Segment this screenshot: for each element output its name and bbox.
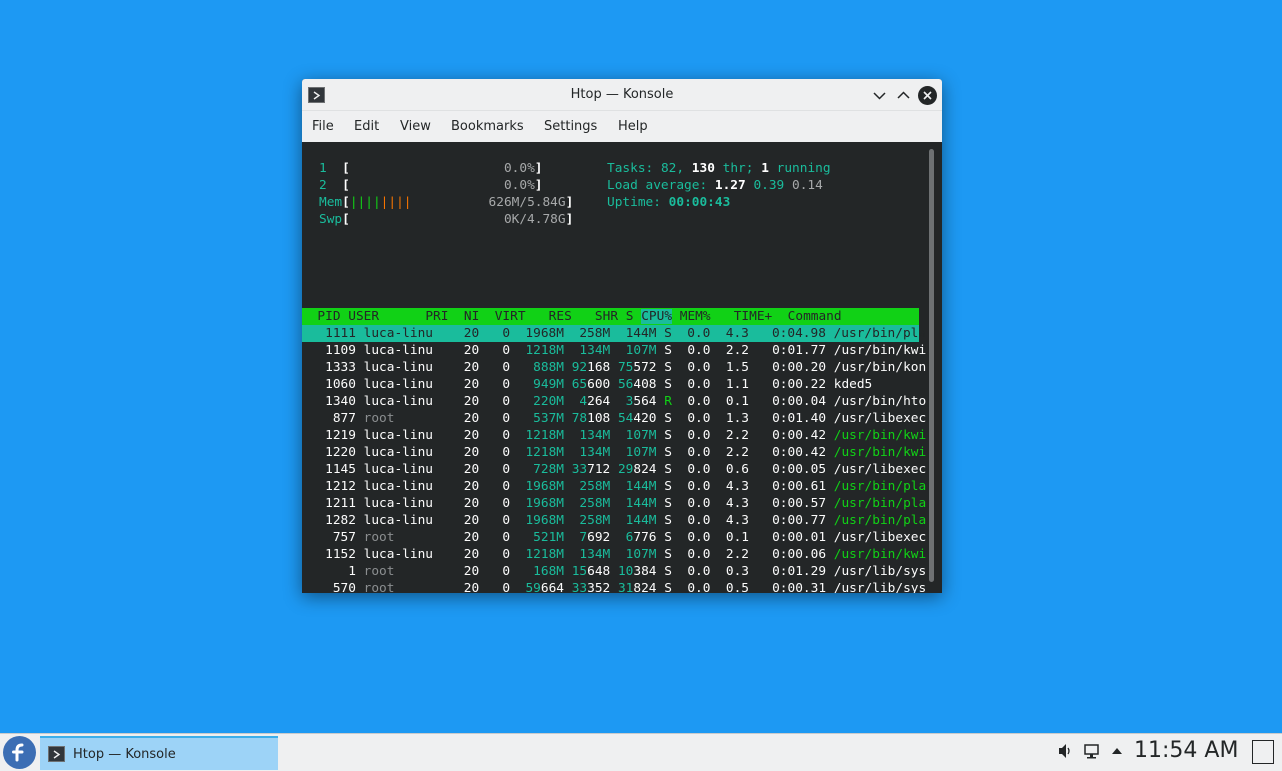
menu-help[interactable]: Help — [618, 119, 648, 134]
process-table-header[interactable]: PID USER PRI NI VIRT RES SHR S CPU% MEM%… — [302, 308, 919, 325]
fedora-launcher-icon[interactable] — [3, 736, 36, 769]
menubar: File Edit View Bookmarks Settings Help — [302, 111, 942, 142]
process-row[interactable]: 1060 luca-linu 20 0 949M 65600 56408 S 0… — [302, 376, 919, 393]
menu-view[interactable]: View — [400, 119, 431, 134]
process-row[interactable]: 757 root 20 0 521M 7692 6776 S 0.0 0.1 0… — [302, 529, 926, 546]
col-pid[interactable]: PID — [317, 309, 340, 324]
minimize-button[interactable] — [870, 86, 889, 105]
konsole-icon — [48, 746, 65, 762]
taskbar: Htop — Konsole 11:54 AM — [0, 733, 1282, 771]
process-row[interactable]: 1145 luca-linu 20 0 728M 33712 29824 S 0… — [302, 461, 926, 478]
terminal-area[interactable]: 1 [ 0.0%] 2 [ 0.0%] Mem[|||||||| 626M/5.… — [302, 142, 942, 593]
col-pri[interactable]: PRI — [425, 309, 448, 324]
process-row[interactable]: 1211 luca-linu 20 0 1968M 258M 144M S 0.… — [302, 495, 926, 512]
process-row[interactable]: 570 root 20 0 59664 33352 31824 S 0.0 0.… — [302, 580, 926, 593]
konsole-window: Htop — Konsole File Edit View Bookmarks … — [302, 79, 942, 593]
menu-settings[interactable]: Settings — [544, 119, 597, 134]
close-button[interactable] — [918, 86, 937, 105]
process-row[interactable]: 1220 luca-linu 20 0 1218M 134M 107M S 0.… — [302, 444, 926, 461]
process-row[interactable]: 877 root 20 0 537M 78108 54420 S 0.0 1.3… — [302, 410, 926, 427]
menu-bookmarks[interactable]: Bookmarks — [451, 119, 524, 134]
clock[interactable]: 11:54 AM — [1134, 738, 1238, 763]
terminal-scrollbar[interactable] — [929, 149, 934, 582]
maximize-button[interactable] — [894, 86, 913, 105]
process-row[interactable]: 1333 luca-linu 20 0 888M 92168 75572 S 0… — [302, 359, 926, 376]
col-shr[interactable]: SHR — [595, 309, 618, 324]
cpu1-meter: 1 [ 0.0%] — [319, 161, 543, 176]
process-row[interactable]: 1152 luca-linu 20 0 1218M 134M 107M S 0.… — [302, 546, 926, 563]
process-row[interactable]: 1219 luca-linu 20 0 1218M 134M 107M S 0.… — [302, 427, 926, 444]
tasks-summary: Tasks: 82, 130 thr; 1 running — [607, 161, 831, 176]
window-title: Htop — Konsole — [570, 87, 674, 102]
col-command[interactable]: Command — [788, 309, 842, 324]
process-row[interactable]: 1282 luca-linu 20 0 1968M 258M 144M S 0.… — [302, 512, 926, 529]
col-cpu[interactable]: CPU% — [641, 309, 673, 324]
process-row[interactable]: 1340 luca-linu 20 0 220M 4264 3564 R 0.0… — [302, 393, 926, 410]
process-row[interactable]: 1 root 20 0 168M 15648 10384 S 0.0 0.3 0… — [302, 563, 926, 580]
col-res[interactable]: RES — [549, 309, 572, 324]
load-average: Load average: 1.27 0.39 0.14 — [607, 178, 823, 193]
network-icon[interactable] — [1083, 742, 1101, 764]
col-time[interactable]: TIME+ — [734, 309, 773, 324]
col-ni[interactable]: NI — [464, 309, 479, 324]
uptime: Uptime: 00:00:43 — [607, 195, 731, 210]
process-row[interactable]: 1109 luca-linu 20 0 1218M 134M 107M S 0.… — [302, 342, 926, 359]
col-mem[interactable]: MEM% — [680, 309, 711, 324]
col-user[interactable]: USER — [348, 309, 379, 324]
menu-edit[interactable]: Edit — [354, 119, 379, 134]
volume-icon[interactable] — [1057, 742, 1073, 764]
taskbar-konsole-task[interactable]: Htop — Konsole — [40, 736, 278, 770]
col-state[interactable]: S — [626, 309, 634, 324]
cpu2-meter: 2 [ 0.0%] — [319, 178, 543, 193]
col-virt[interactable]: VIRT — [495, 309, 526, 324]
tray-expand-icon[interactable] — [1110, 742, 1124, 764]
window-titlebar[interactable]: Htop — Konsole — [302, 79, 942, 111]
menu-file[interactable]: File — [312, 119, 334, 134]
swap-meter: Swp[ 0K/4.78G] — [319, 212, 574, 227]
show-desktop-button[interactable] — [1252, 740, 1274, 764]
process-row[interactable]: 1111 luca-linu 20 0 1968M 258M 144M S 0.… — [302, 325, 926, 342]
task-label: Htop — Konsole — [73, 747, 176, 762]
mem-meter: Mem[|||||||| 626M/5.84G] — [319, 195, 574, 210]
process-row[interactable]: 1212 luca-linu 20 0 1968M 258M 144M S 0.… — [302, 478, 926, 495]
